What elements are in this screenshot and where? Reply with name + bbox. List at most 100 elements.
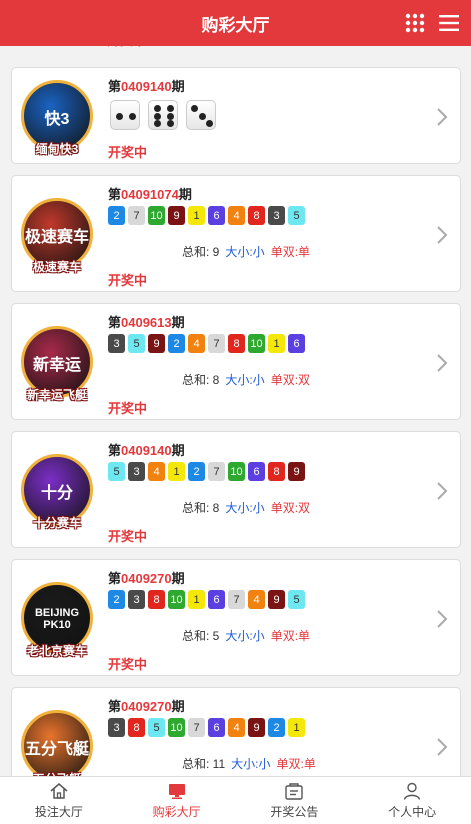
logo-text: 快3 bbox=[44, 111, 70, 128]
size-value: 大小:小 bbox=[231, 757, 271, 771]
result-ball: 8 bbox=[248, 206, 265, 225]
result-ball: 2 bbox=[168, 334, 185, 353]
result-balls: 3 8 5 10 7 6 4 9 2 1 bbox=[108, 718, 305, 737]
die-face bbox=[186, 100, 216, 130]
chevron-right-icon bbox=[437, 353, 448, 372]
draw-status: 开奖中 bbox=[108, 657, 148, 672]
lottery-name: 新幸运飞艇 bbox=[26, 388, 87, 402]
chevron-right-icon bbox=[437, 737, 448, 756]
odd-even-value: 单双:单 bbox=[270, 245, 311, 259]
result-ball: 10 bbox=[168, 718, 185, 737]
size-value: 大小:小 bbox=[225, 373, 265, 387]
lottery-card[interactable]: 十分十分赛车 第0409140期 5 3 4 1 2 7 10 6 8 9 总和: 8 大小:小 单双:双开… bbox=[11, 431, 461, 548]
bottom-tab-bar: 投注大厅 购彩大厅 开奖公告 个人中心 bbox=[0, 776, 471, 824]
result-ball: 4 bbox=[248, 590, 265, 609]
user-icon bbox=[403, 782, 421, 800]
monitor-icon bbox=[168, 784, 185, 799]
result-ball: 6 bbox=[248, 462, 265, 481]
result-ball: 3 bbox=[108, 334, 125, 353]
chevron-right-icon bbox=[437, 225, 448, 244]
grid-menu-icon[interactable] bbox=[405, 13, 425, 33]
logo-text: BEIJING PK10 bbox=[34, 607, 79, 631]
lottery-card[interactable]: BEIJING PK10 老北京赛车 第0409270期 2 3 8 10 1 6 7 4 9 5 总和:… bbox=[11, 559, 461, 676]
lottery-card[interactable]: 极速赛车 极速赛车 第04091074期 2 7 10 9 1 6 4 8 3 5 总和: 9 大小:小 单双… bbox=[11, 175, 461, 292]
result-ball: 7 bbox=[208, 462, 225, 481]
result-ball: 9 bbox=[288, 462, 305, 481]
result-ball: 6 bbox=[288, 334, 305, 353]
result-ball: 9 bbox=[168, 206, 185, 225]
die-pip bbox=[154, 120, 161, 127]
lottery-list: 快3 缅甸快3 第0409140期 开奖中 极速赛车 极速赛车 第04091074期 2 7 10… bbox=[0, 46, 471, 776]
result-ball: 1 bbox=[268, 334, 285, 353]
result-ball: 1 bbox=[188, 206, 205, 225]
draw-status: 开奖中 bbox=[108, 273, 148, 288]
die-face bbox=[148, 100, 178, 130]
chevron-right-icon bbox=[437, 107, 448, 126]
die-pip bbox=[206, 120, 213, 127]
notice-icon bbox=[285, 783, 304, 800]
result-ball: 4 bbox=[228, 206, 245, 225]
logo-text: 十分 bbox=[40, 485, 73, 502]
size-value: 大小:小 bbox=[225, 245, 265, 259]
tab-label: 购彩大厅 bbox=[152, 805, 201, 819]
result-ball: 9 bbox=[248, 718, 265, 737]
result-ball: 4 bbox=[148, 462, 165, 481]
lottery-name: 十分赛车 bbox=[32, 516, 81, 530]
chevron-right-icon bbox=[437, 609, 448, 628]
lottery-name: 老北京赛车 bbox=[26, 644, 87, 658]
odd-even-value: 单双:双 bbox=[270, 501, 311, 515]
odd-even-value: 单双:双 bbox=[270, 373, 311, 387]
result-ball: 9 bbox=[268, 590, 285, 609]
draw-status: 开奖中 bbox=[108, 145, 148, 160]
result-ball: 6 bbox=[208, 718, 225, 737]
sum-value: 总和: 8 bbox=[182, 501, 220, 515]
lottery-card[interactable]: 新幸运 新幸运飞艇 第0409613期 3 5 9 2 4 7 8 10 1 6 总和: 8 大小:小 单双:… bbox=[11, 303, 461, 420]
result-ball: 4 bbox=[228, 718, 245, 737]
result-ball: 8 bbox=[268, 462, 285, 481]
size-value: 大小:小 bbox=[225, 501, 265, 515]
tab-notice[interactable]: 开奖公告 bbox=[236, 777, 354, 824]
result-ball: 5 bbox=[288, 206, 305, 225]
tab-monitor[interactable]: 购彩大厅 bbox=[118, 777, 236, 824]
tab-home[interactable]: 投注大厅 bbox=[0, 777, 118, 824]
tab-label: 投注大厅 bbox=[34, 805, 83, 819]
size-value: 大小:小 bbox=[225, 629, 265, 643]
result-ball: 8 bbox=[228, 334, 245, 353]
draw-status: 开奖中 bbox=[108, 529, 148, 544]
result-ball: 6 bbox=[208, 590, 225, 609]
die-pip bbox=[154, 105, 161, 112]
lottery-name: 缅甸快3 bbox=[35, 142, 79, 156]
odd-even-value: 单双:单 bbox=[270, 629, 311, 643]
lottery-name: 极速赛车 bbox=[32, 260, 81, 274]
issue-number: 第0409140期 bbox=[108, 79, 185, 94]
issue-number: 第0409140期 bbox=[108, 443, 185, 458]
result-ball: 8 bbox=[148, 590, 165, 609]
issue-number: 第0409270期 bbox=[108, 699, 185, 714]
result-stats: 总和: 8 大小:小 单双:双 bbox=[182, 371, 310, 388]
result-ball: 10 bbox=[228, 462, 245, 481]
hamburger-menu-icon[interactable] bbox=[439, 14, 459, 32]
die-pip bbox=[167, 112, 174, 120]
logo-text: 极速赛车 bbox=[24, 229, 89, 246]
sum-value: 总和: 8 bbox=[182, 373, 220, 387]
home-icon bbox=[50, 783, 68, 799]
result-ball: 10 bbox=[148, 206, 165, 225]
result-ball: 2 bbox=[108, 590, 125, 609]
issue-number: 第0409270期 bbox=[108, 571, 185, 586]
tab-label: 个人中心 bbox=[388, 805, 437, 819]
result-stats: 总和: 8 大小:小 单双:双 bbox=[182, 499, 310, 516]
lottery-card[interactable]: 快3 缅甸快3 第0409140期 开奖中 bbox=[11, 67, 461, 164]
lottery-card[interactable]: 五分飞艇五分飞艇第0409270期38510764921总和: 11大小:小单双… bbox=[11, 687, 461, 776]
result-ball: 5 bbox=[288, 590, 305, 609]
die-pip bbox=[191, 105, 198, 112]
result-stats: 总和: 5 大小:小 单双:单 bbox=[182, 627, 310, 644]
result-ball: 2 bbox=[188, 462, 205, 481]
tab-user[interactable]: 个人中心 bbox=[353, 777, 471, 824]
top-bar: 购彩大厅 bbox=[0, 0, 471, 46]
result-stats: 总和: 9 大小:小 单双:单 bbox=[182, 243, 310, 260]
issue-number: 第0409613期 bbox=[108, 315, 185, 330]
result-stats: 总和: 11 大小:小 单双:单 bbox=[182, 755, 316, 772]
result-balls: 5 3 4 1 2 7 10 6 8 9 bbox=[108, 462, 305, 481]
result-ball: 6 bbox=[208, 206, 225, 225]
dice-result bbox=[110, 100, 216, 130]
